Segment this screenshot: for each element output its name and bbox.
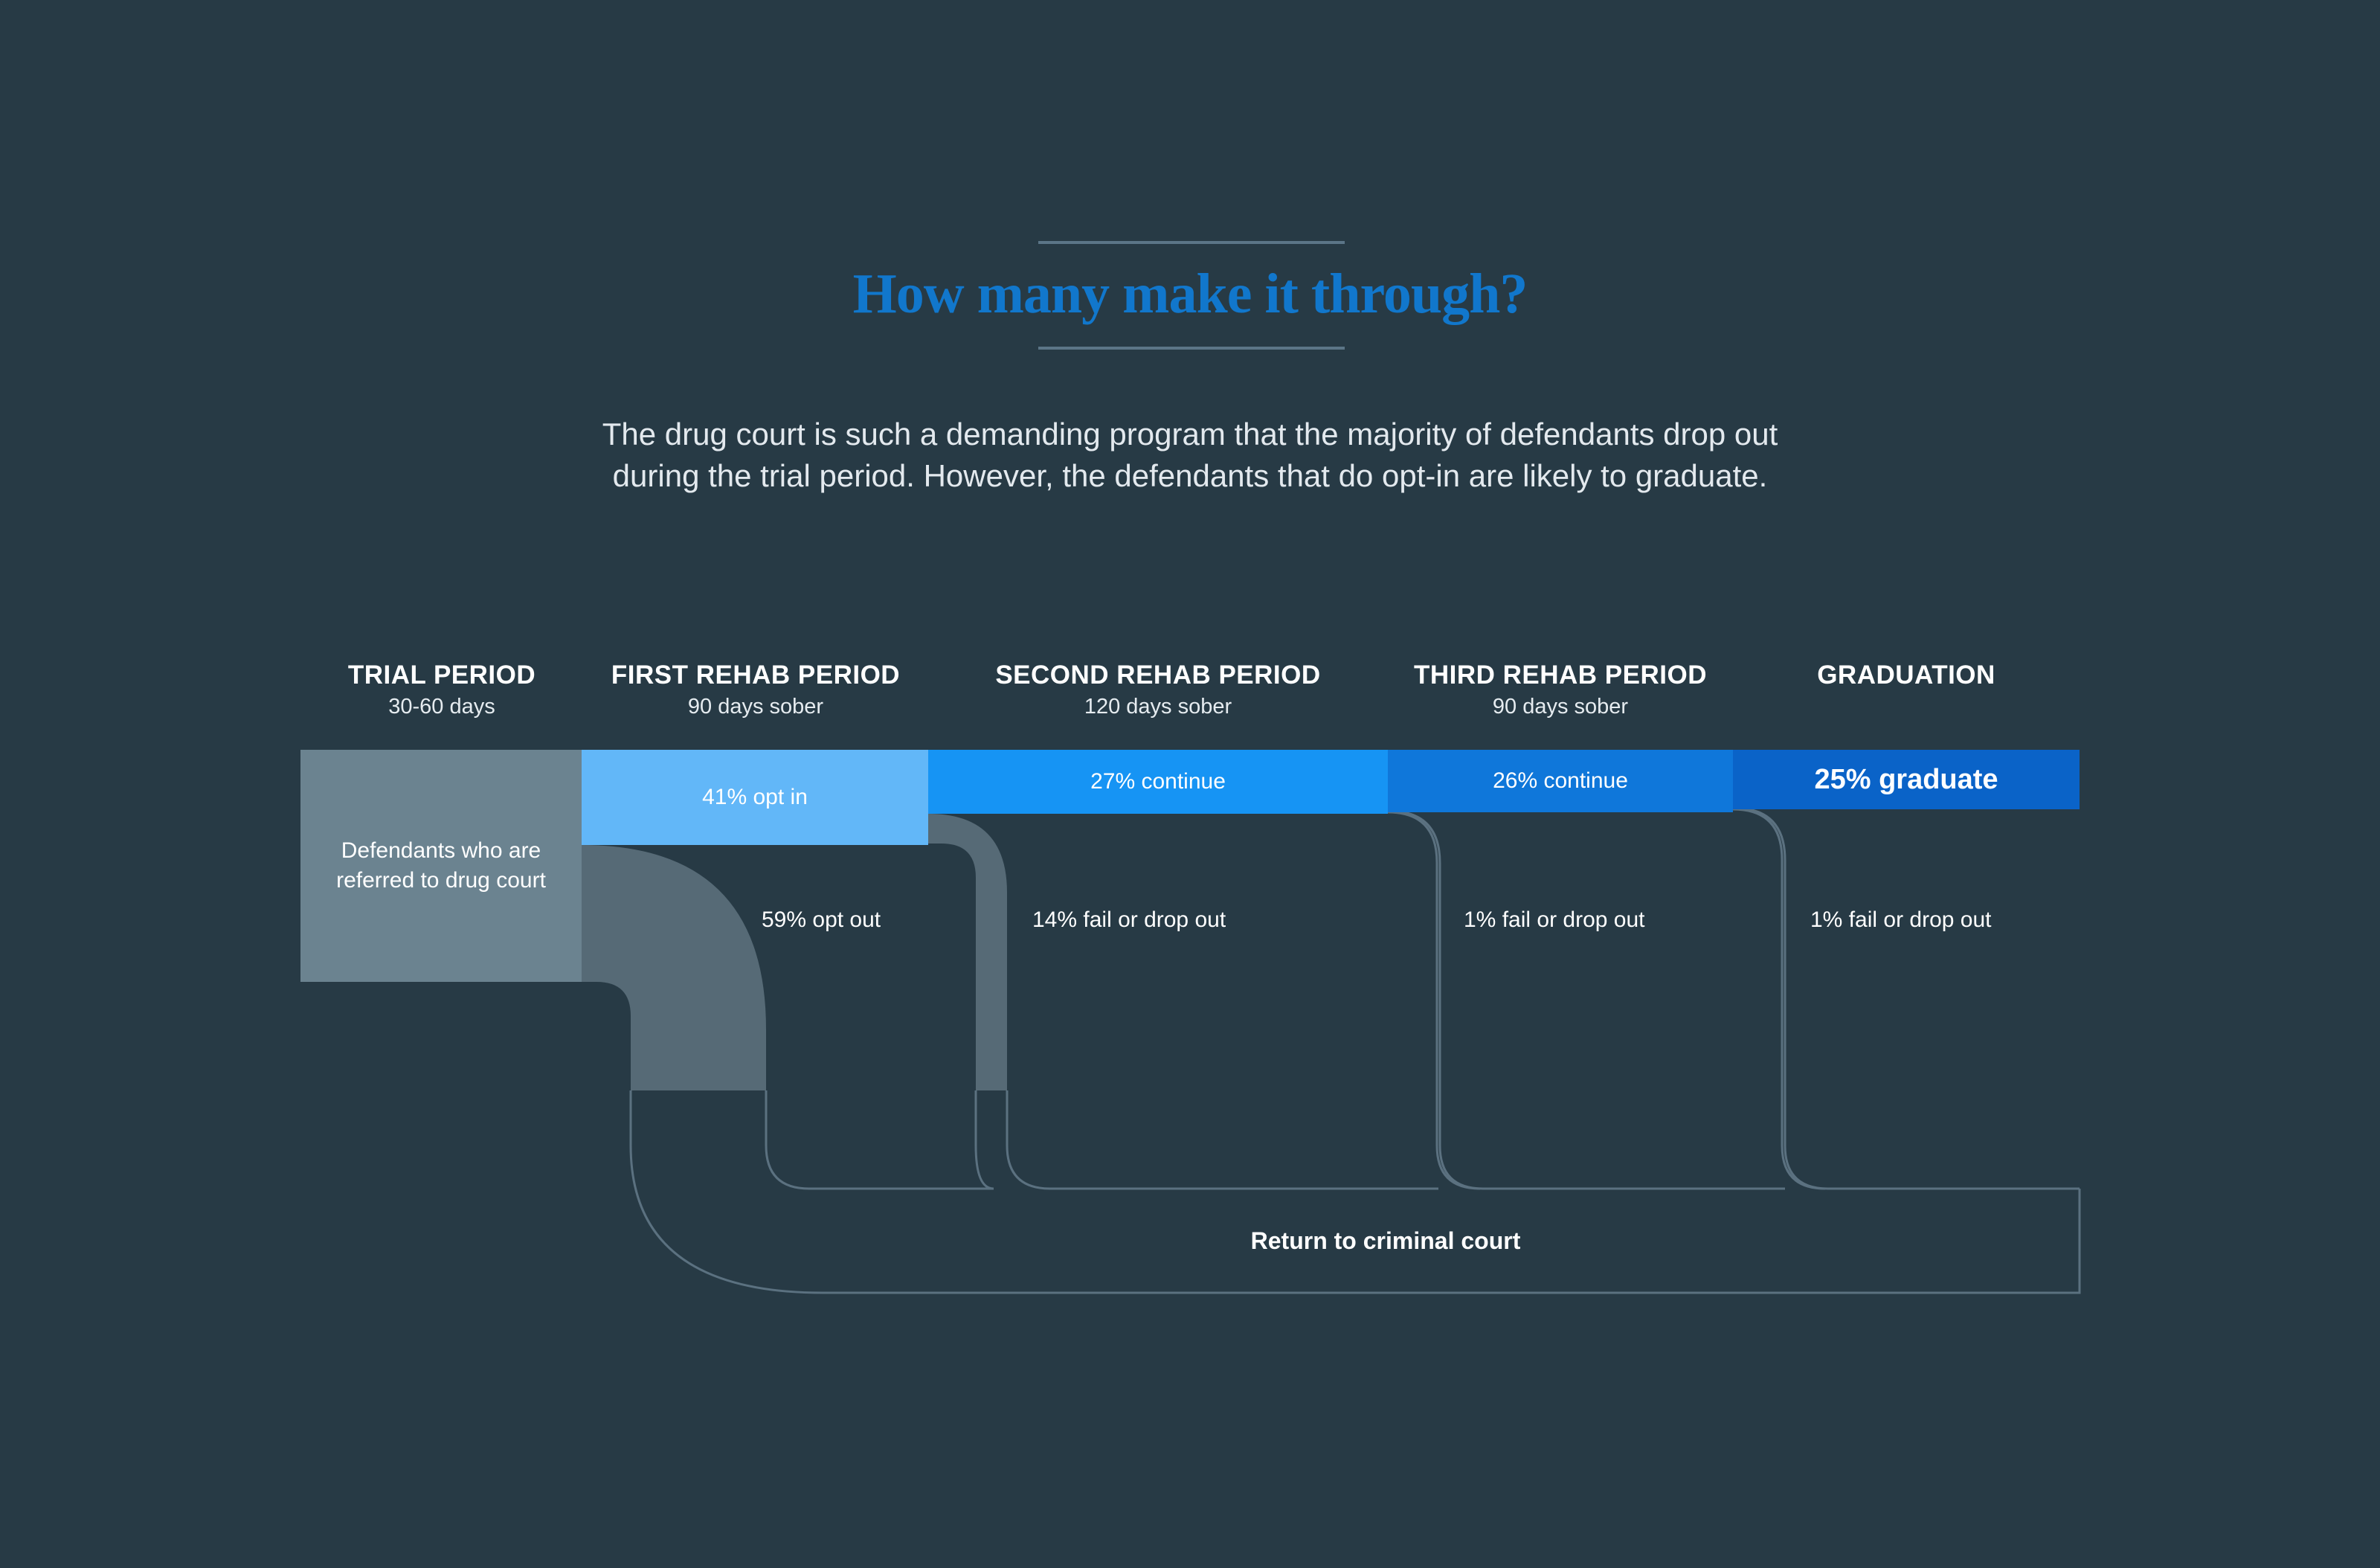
graduate-label: 25% graduate xyxy=(1814,763,1998,795)
third-fail-outline xyxy=(1732,808,1826,1190)
opt-out-band xyxy=(582,845,766,1090)
second-fail-label: 1% fail or drop out xyxy=(1464,907,1645,932)
first-fail-label: 14% fail or drop out xyxy=(1032,907,1226,932)
return-to-court-label: Return to criminal court xyxy=(1250,1227,1521,1254)
first-fail-tail-outline xyxy=(974,1090,1438,1190)
opt-in-box: 41% opt in xyxy=(582,750,928,845)
graduate-box: 25% graduate xyxy=(1733,750,2080,809)
third-fail-label: 1% fail or drop out xyxy=(1810,907,1992,932)
continue-third-box: 26% continue xyxy=(1388,750,1733,812)
continue-second-label: 27% continue xyxy=(1090,769,1226,794)
opt-out-tail-outline xyxy=(629,1090,2081,1294)
third-fail-outline-inner xyxy=(1732,806,2080,1190)
second-fail-outline-inner xyxy=(1387,809,1785,1190)
opt-out-label: 59% opt out xyxy=(762,907,881,932)
continue-third-label: 26% continue xyxy=(1493,768,1628,793)
first-fail-band xyxy=(928,814,1007,1090)
start-box: Defendants who are referred to drug cour… xyxy=(300,750,582,982)
continue-second-box: 27% continue xyxy=(928,750,1388,814)
second-fail-outline xyxy=(1387,811,1481,1190)
infographic: How many make it through? The drug court… xyxy=(0,0,2380,1568)
start-box-label: Defendants who are referred to drug cour… xyxy=(336,838,546,893)
opt-out-inner-outline xyxy=(765,1090,994,1190)
opt-in-label: 41% opt in xyxy=(702,785,808,809)
